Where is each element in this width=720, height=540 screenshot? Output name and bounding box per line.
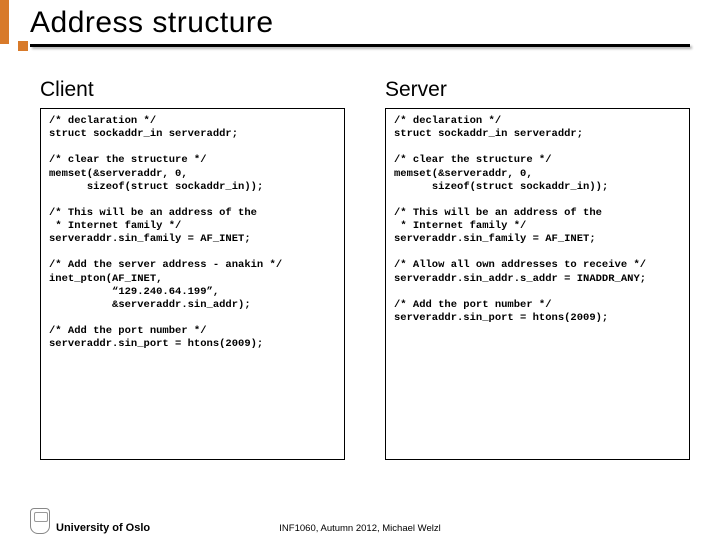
footer: University of Oslo INF1060, Autumn 2012,…	[0, 508, 720, 534]
course-info: INF1060, Autumn 2012, Michael Welzl	[279, 523, 440, 534]
server-heading: Server	[385, 78, 690, 102]
server-column: Server /* declaration */ struct sockaddr…	[385, 78, 690, 460]
accent-bar	[0, 0, 9, 44]
university-name: University of Oslo	[56, 522, 150, 534]
slide-title: Address structure	[0, 0, 720, 44]
client-code: /* declaration */ struct sockaddr_in ser…	[40, 108, 345, 460]
content-columns: Client /* declaration */ struct sockaddr…	[0, 44, 720, 460]
client-heading: Client	[40, 78, 345, 102]
server-code: /* declaration */ struct sockaddr_in ser…	[385, 108, 690, 460]
university-crest-icon	[30, 508, 50, 534]
client-column: Client /* declaration */ struct sockaddr…	[40, 78, 345, 460]
title-underline	[30, 44, 690, 47]
